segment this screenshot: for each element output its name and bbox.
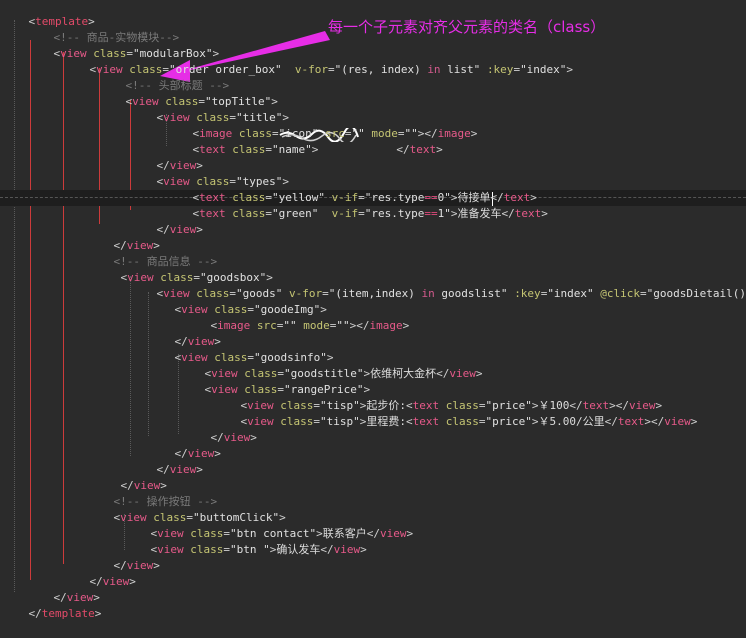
- comment-text: <!-- 商品信息 -->: [113, 255, 218, 268]
- comment-text: <!-- 商品-实物模块-->: [53, 31, 180, 44]
- comment-text: <!-- 操作按钮 -->: [113, 495, 218, 508]
- code-editor[interactable]: <template> <!-- 商品-实物模块--> <view class="…: [0, 0, 746, 620]
- tag-name: template: [35, 15, 89, 28]
- annotation-arrow: [160, 31, 330, 82]
- comment-text: <!-- 头部标题 -->: [125, 79, 230, 92]
